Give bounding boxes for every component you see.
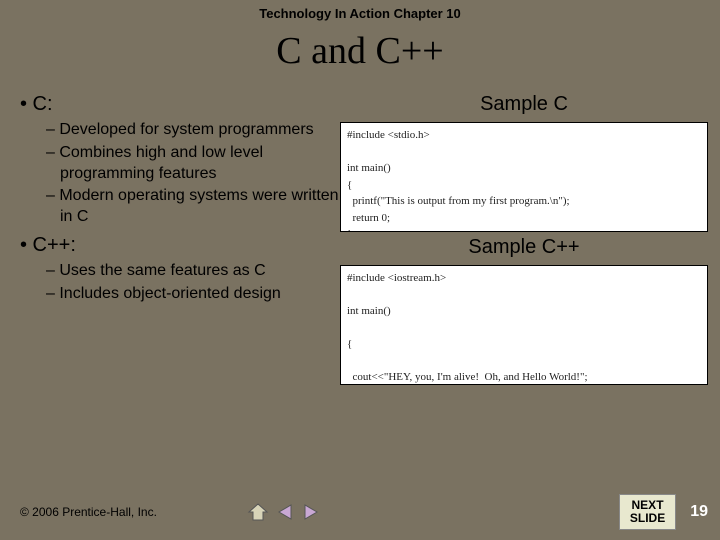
home-icon[interactable]	[247, 502, 269, 522]
next-icon[interactable]	[301, 502, 321, 522]
page-number: 19	[690, 503, 708, 521]
prev-icon[interactable]	[275, 502, 295, 522]
sample-cpp-code: #include <iostream.h> int main() { cout<…	[340, 265, 708, 385]
sample-cpp-label: Sample C++	[340, 236, 708, 259]
next-slide-line1: NEXT	[630, 499, 665, 512]
c-bullet: Combines high and low level programming …	[46, 143, 340, 185]
next-slide-button[interactable]: NEXT SLIDE	[619, 494, 676, 530]
page-title: C and C++	[0, 29, 720, 73]
copyright: © 2006 Prentice-Hall, Inc.	[20, 505, 157, 519]
right-column: Sample C #include <stdio.h> int main() {…	[340, 93, 708, 385]
c-bullet: Modern operating systems were written in…	[46, 186, 340, 228]
content-area: • C: Developed for system programmers Co…	[0, 93, 720, 385]
footer: © 2006 Prentice-Hall, Inc. NEXT SLIDE 19	[20, 494, 708, 530]
sample-c-code: #include <stdio.h> int main() { printf("…	[340, 122, 708, 232]
nav-icons	[247, 502, 321, 522]
next-slide-line2: SLIDE	[630, 512, 665, 525]
chapter-label: Technology In Action Chapter 10	[0, 0, 720, 21]
cpp-heading: • C++:	[20, 234, 340, 257]
c-heading: • C:	[20, 93, 340, 116]
cpp-bullet: Includes object-oriented design	[46, 284, 340, 305]
sample-c-label: Sample C	[340, 93, 708, 116]
c-bullet: Developed for system programmers	[46, 120, 340, 141]
cpp-bullet: Uses the same features as C	[46, 261, 340, 282]
left-column: • C: Developed for system programmers Co…	[20, 93, 340, 385]
